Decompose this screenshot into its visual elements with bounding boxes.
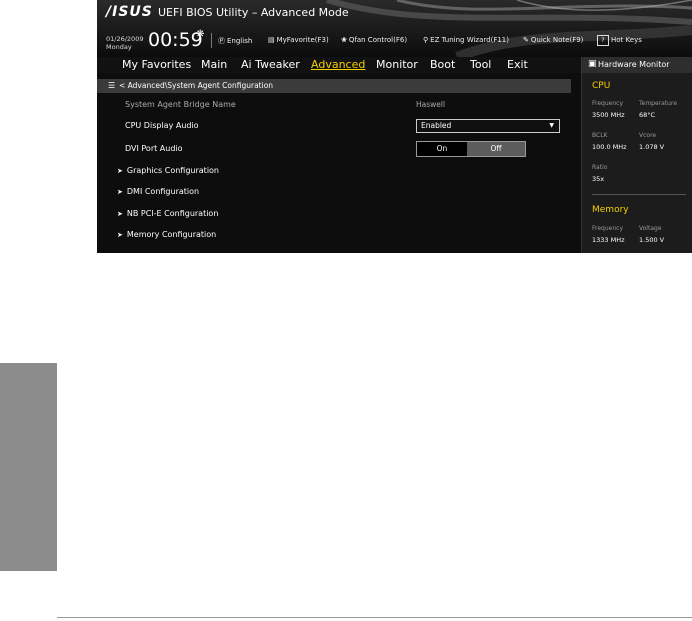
menu-ai-tweaker[interactable]: Ai Tweaker xyxy=(241,58,300,71)
menu-tool[interactable]: Tool xyxy=(470,58,491,71)
menu-main[interactable]: Main xyxy=(201,58,227,71)
footer-rule xyxy=(57,617,692,618)
cpu-display-audio-value: Enabled xyxy=(421,121,452,130)
vcore-value: 1.078 V xyxy=(639,143,665,151)
date-display: 01/26/2009 Monday xyxy=(106,35,143,51)
qfan-label: Qfan Control(F6) xyxy=(348,36,408,44)
monitor-icon: ▣ xyxy=(588,59,597,69)
submenu-graphics-configuration[interactable]: ➤ Graphics Configuration xyxy=(117,166,219,175)
memory-frequency-label: Frequency xyxy=(592,225,623,232)
dvi-on-option[interactable]: On xyxy=(417,142,467,156)
bclk-label: BCLK xyxy=(592,132,608,139)
chapter-side-tab xyxy=(0,363,57,571)
favorite-icon: ▤ xyxy=(268,36,275,44)
myfavorite-label: MyFavorite(F3) xyxy=(276,36,329,44)
quick-note-button[interactable]: ✎ Quick Note(F9) xyxy=(523,36,583,44)
main-menu-bar: My Favorites Main Ai Tweaker Advanced Mo… xyxy=(97,57,581,73)
submenu-nb-pcie-configuration[interactable]: ➤ NB PCI-E Configuration xyxy=(117,209,218,218)
ez-tuning-button[interactable]: ⚲ EZ Tuning Wizard(F11) xyxy=(423,36,509,44)
submenu-label: Graphics Configuration xyxy=(126,166,219,175)
globe-icon: Ⓟ xyxy=(218,37,225,45)
bridge-name-value: Haswell xyxy=(416,100,446,109)
hardware-monitor-title: Hardware Monitor xyxy=(598,60,670,69)
bridge-name-label: System Agent Bridge Name xyxy=(125,100,236,109)
arrow-right-icon: ➤ xyxy=(117,210,123,218)
quick-note-label: Quick Note(F9) xyxy=(530,36,584,44)
note-icon: ✎ xyxy=(523,36,529,44)
top-bar: /ISUS UEFI BIOS Utility – Advanced Mode … xyxy=(97,0,692,57)
hardware-monitor-header: ▣ Hardware Monitor xyxy=(582,57,692,73)
cpu-display-audio-dropdown[interactable]: Enabled ▼ xyxy=(416,119,560,133)
submenu-memory-configuration[interactable]: ➤ Memory Configuration xyxy=(117,230,216,239)
menu-exit[interactable]: Exit xyxy=(507,58,528,71)
hardware-monitor-divider xyxy=(592,194,686,195)
bclk-value: 100.0 MHz xyxy=(592,143,627,151)
submenu-label: NB PCI-E Configuration xyxy=(126,209,219,218)
ratio-label: Ratio xyxy=(592,164,608,171)
vcore-label: Vcore xyxy=(639,132,657,139)
menu-advanced[interactable]: Advanced xyxy=(311,58,365,71)
hot-keys-label: Hot Keys xyxy=(611,36,642,44)
fan-icon: ❀ xyxy=(341,36,347,44)
language-button[interactable]: Ⓟ English xyxy=(218,36,252,46)
menu-list-icon: ☰ xyxy=(108,81,116,90)
cpu-temperature-value: 68°C xyxy=(639,111,656,119)
bios-screenshot: /ISUS UEFI BIOS Utility – Advanced Mode … xyxy=(97,0,692,253)
submenu-label: DMI Configuration xyxy=(126,187,200,196)
day-text: Monday xyxy=(106,43,132,51)
memory-frequency-value: 1333 MHz xyxy=(592,236,625,244)
breadcrumb[interactable]: ☰ < Advanced\System Agent Configuration xyxy=(97,79,571,93)
hardware-monitor-panel: ▣ Hardware Monitor CPU Frequency Tempera… xyxy=(581,57,692,253)
arrow-right-icon: ➤ xyxy=(117,188,123,196)
submenu-label: Memory Configuration xyxy=(126,230,217,239)
chevron-down-icon: ▼ xyxy=(549,122,554,129)
arrow-right-icon: ➤ xyxy=(117,231,123,239)
header-separator xyxy=(211,33,212,48)
cpu-section-title: CPU xyxy=(592,81,611,91)
language-label: English xyxy=(227,37,253,45)
gear-icon[interactable]: ❋ xyxy=(196,29,204,40)
qfan-button[interactable]: ❀ Qfan Control(F6) xyxy=(341,36,407,44)
cpu-display-audio-label: CPU Display Audio xyxy=(125,121,199,130)
hot-keys-button[interactable]: Hot Keys xyxy=(611,36,642,44)
clock-display: 00:59 xyxy=(148,29,203,51)
arrow-right-icon: ➤ xyxy=(117,167,123,175)
breadcrumb-text: < Advanced\System Agent Configuration xyxy=(119,81,274,90)
submenu-dmi-configuration[interactable]: ➤ DMI Configuration xyxy=(117,187,199,196)
cpu-frequency-label: Frequency xyxy=(592,100,623,107)
ez-tuning-label: EZ Tuning Wizard(F11) xyxy=(430,36,509,44)
memory-section-title: Memory xyxy=(592,205,629,215)
myfavorite-button[interactable]: ▤ MyFavorite(F3) xyxy=(268,36,329,44)
menu-my-favorites[interactable]: My Favorites xyxy=(122,58,191,71)
asus-logo: /ISUS xyxy=(106,4,153,20)
menu-boot[interactable]: Boot xyxy=(430,58,455,71)
app-title: UEFI BIOS Utility – Advanced Mode xyxy=(158,6,349,19)
hotkeys-icon: ? xyxy=(597,35,609,46)
cpu-temperature-label: Temperature xyxy=(639,100,678,107)
dvi-port-audio-toggle: On Off xyxy=(416,141,526,157)
cpu-frequency-value: 3500 MHz xyxy=(592,111,625,119)
memory-voltage-value: 1.500 V xyxy=(639,236,665,244)
ratio-value: 35x xyxy=(592,175,605,183)
date-text: 01/26/2009 xyxy=(106,35,144,43)
menu-monitor[interactable]: Monitor xyxy=(376,58,418,71)
dvi-port-audio-label: DVI Port Audio xyxy=(125,144,183,153)
lightbulb-icon: ⚲ xyxy=(423,36,429,44)
memory-voltage-label: Voltage xyxy=(639,225,662,232)
dvi-off-option[interactable]: Off xyxy=(467,142,525,156)
